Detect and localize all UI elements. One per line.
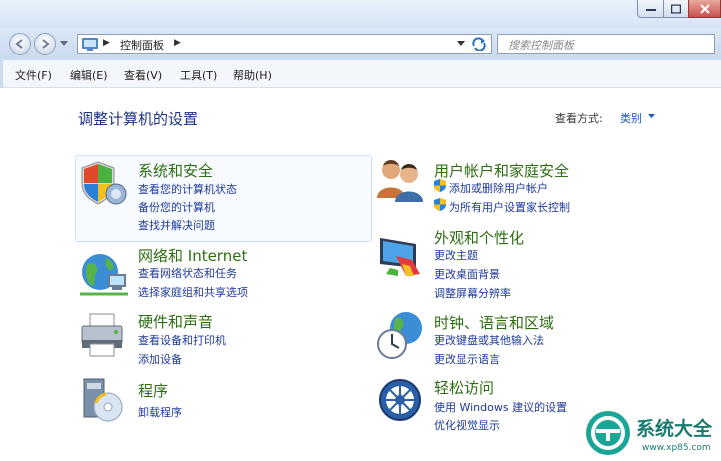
users-icon[interactable] bbox=[375, 154, 427, 206]
menu-tools[interactable]: 工具(T) bbox=[180, 67, 217, 83]
menu-help[interactable]: 帮助(H) bbox=[233, 67, 272, 83]
link-screen-resolution[interactable]: 调整屏幕分辨率 bbox=[434, 285, 511, 301]
uac-shield-icon bbox=[434, 179, 446, 192]
link-change-theme[interactable]: 更改主题 bbox=[434, 247, 478, 263]
link-change-display-language[interactable]: 更改显示语言 bbox=[434, 351, 500, 367]
shield-icon[interactable] bbox=[78, 158, 130, 210]
forward-arrow-icon bbox=[42, 39, 50, 49]
category-user-accounts[interactable]: 用户帐户和家庭安全 bbox=[434, 160, 569, 181]
site-watermark: 系统大全 www.xp85.com bbox=[580, 410, 721, 461]
printer-icon[interactable] bbox=[78, 310, 130, 362]
close-button[interactable] bbox=[688, 0, 721, 18]
back-button[interactable] bbox=[9, 33, 31, 55]
breadcrumb-separator-icon[interactable]: ▶ bbox=[103, 38, 110, 48]
search-box[interactable]: 搜索控制面板 bbox=[497, 34, 715, 54]
category-appearance[interactable]: 外观和个性化 bbox=[434, 227, 524, 248]
link-homegroup-sharing[interactable]: 选择家庭组和共享选项 bbox=[138, 284, 248, 300]
link-backup-computer[interactable]: 备份您的计算机 bbox=[138, 199, 215, 215]
menu-view[interactable]: 查看(V) bbox=[124, 67, 162, 83]
address-dropdown-icon[interactable] bbox=[457, 41, 465, 47]
address-bar[interactable]: ▶ 控制面板 ▶ bbox=[77, 34, 492, 54]
control-panel-window: ▶ 控制面板 ▶ 搜索控制面板 文件(F) 编辑(E) 查看(V) 工具(T) … bbox=[0, 0, 721, 461]
view-by-label: 查看方式: bbox=[555, 112, 603, 125]
view-by-dropdown[interactable]: 类别 bbox=[620, 110, 642, 126]
menu-bar: 文件(F) 编辑(E) 查看(V) 工具(T) 帮助(H) bbox=[0, 60, 721, 88]
close-icon bbox=[699, 3, 710, 14]
refresh-icon[interactable] bbox=[471, 37, 487, 51]
watermark-url: www.xp85.com bbox=[642, 443, 711, 453]
title-bar bbox=[0, 0, 721, 28]
forward-button[interactable] bbox=[34, 33, 56, 55]
link-optimize-visual-display[interactable]: 优化视觉显示 bbox=[434, 417, 500, 433]
minimize-icon bbox=[645, 8, 656, 11]
category-programs[interactable]: 程序 bbox=[138, 380, 168, 401]
link-add-remove-accounts[interactable]: 添加或删除用户帐户 bbox=[449, 180, 548, 196]
link-uninstall-program[interactable]: 卸载程序 bbox=[138, 404, 182, 420]
breadcrumb-separator-icon[interactable]: ▶ bbox=[174, 38, 181, 48]
category-network-internet[interactable]: 网络和 Internet bbox=[138, 245, 247, 266]
breadcrumb-control-panel[interactable]: 控制面板 bbox=[120, 37, 164, 53]
link-recommended-settings[interactable]: 使用 Windows 建议的设置 bbox=[434, 399, 567, 415]
link-change-input-methods[interactable]: 更改键盘或其他输入法 bbox=[434, 332, 544, 348]
link-view-network-status[interactable]: 查看网络状态和任务 bbox=[138, 265, 237, 281]
category-ease-of-access[interactable]: 轻松访问 bbox=[434, 377, 494, 398]
link-view-computer-status[interactable]: 查看您的计算机状态 bbox=[138, 181, 237, 197]
main-content: 调整计算机的设置 查看方式: 类别 系统和安全 查看您的计算机状态 备份您的计算… bbox=[0, 88, 721, 461]
maximize-icon bbox=[671, 4, 681, 13]
menu-file[interactable]: 文件(F) bbox=[15, 67, 52, 83]
clock-globe-icon[interactable] bbox=[376, 310, 428, 362]
watermark-title: 系统大全 bbox=[636, 418, 713, 440]
search-input[interactable]: 搜索控制面板 bbox=[508, 37, 574, 53]
category-system-security[interactable]: 系统和安全 bbox=[138, 160, 213, 181]
link-parental-controls[interactable]: 为所有用户设置家长控制 bbox=[449, 199, 570, 215]
page-title: 调整计算机的设置 bbox=[78, 110, 199, 128]
watermark-logo-icon bbox=[586, 411, 630, 455]
address-bar-row: ▶ 控制面板 ▶ 搜索控制面板 bbox=[0, 28, 721, 60]
uac-shield-icon bbox=[434, 198, 446, 211]
view-by-caret-icon[interactable] bbox=[648, 114, 655, 119]
ease-of-access-icon[interactable] bbox=[376, 376, 428, 428]
link-devices-printers[interactable]: 查看设备和打印机 bbox=[138, 332, 226, 348]
link-troubleshoot[interactable]: 查找并解决问题 bbox=[138, 217, 215, 233]
category-hardware-sound[interactable]: 硬件和声音 bbox=[138, 311, 213, 332]
network-globe-icon[interactable] bbox=[78, 248, 130, 300]
link-change-background[interactable]: 更改桌面背景 bbox=[434, 266, 500, 282]
back-arrow-icon bbox=[15, 39, 23, 49]
maximize-button[interactable] bbox=[663, 0, 689, 18]
control-panel-icon bbox=[82, 38, 98, 51]
programs-icon[interactable] bbox=[80, 375, 132, 427]
category-clock-language[interactable]: 时钟、语言和区域 bbox=[434, 312, 554, 333]
minimize-button[interactable] bbox=[637, 0, 664, 18]
menu-edit[interactable]: 编辑(E) bbox=[70, 67, 108, 83]
monitor-paint-icon[interactable] bbox=[376, 230, 428, 282]
recent-pages-dropdown[interactable] bbox=[60, 41, 68, 47]
link-add-device[interactable]: 添加设备 bbox=[138, 351, 182, 367]
